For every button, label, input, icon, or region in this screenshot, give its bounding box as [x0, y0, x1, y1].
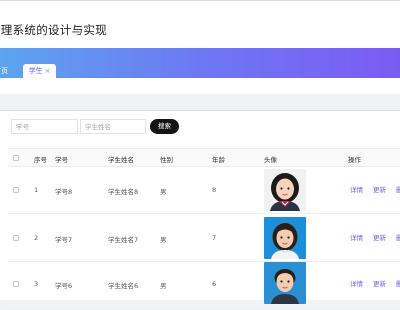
header-student-id: 学号: [55, 156, 68, 164]
row-gender: 男: [160, 282, 167, 290]
row-age: 7: [212, 234, 217, 242]
delete-button[interactable]: 删: [396, 232, 400, 242]
student-avatar: [264, 262, 306, 304]
row-age: 6: [212, 280, 217, 288]
student-avatar: [264, 169, 306, 211]
row-checkbox[interactable]: [13, 187, 19, 193]
row-gender: 男: [160, 188, 167, 196]
table-row: 3 学号6 学生姓名6 男 6 详情 更新 删: [8, 262, 400, 310]
select-all-checkbox[interactable]: [13, 155, 19, 161]
update-button[interactable]: 更新: [373, 232, 386, 242]
table-row: 2 学号7 学生姓名7 男 7 详情 更新 删: [8, 214, 400, 262]
row-student-id: 学号7: [55, 236, 73, 244]
tab-student[interactable]: 学生 ×: [23, 64, 56, 78]
row-student-id: 学号8: [55, 188, 73, 196]
row-student-name: 学生姓名7: [108, 236, 139, 244]
row-index: 1: [34, 186, 39, 194]
header-avatar: 头像: [264, 156, 277, 164]
row-gender: 男: [160, 236, 167, 244]
header-actions: 操作: [348, 156, 361, 164]
row-student-id: 学号6: [55, 282, 73, 290]
row-index: 2: [34, 234, 39, 242]
header-age: 年龄: [212, 156, 225, 164]
row-age: 8: [212, 186, 217, 194]
update-button[interactable]: 更新: [373, 278, 386, 288]
student-name-input[interactable]: [80, 119, 146, 134]
table-header: 序号 学号 学生姓名 性别 年龄 头像 操作: [8, 148, 400, 167]
tab-home-label: 首页: [0, 67, 8, 75]
tab-strip: [0, 78, 400, 94]
detail-button[interactable]: 详情: [350, 232, 363, 242]
close-icon[interactable]: ×: [45, 67, 51, 75]
row-checkbox[interactable]: [13, 235, 19, 241]
detail-button[interactable]: 详情: [350, 184, 363, 194]
update-button[interactable]: 更新: [373, 184, 386, 194]
student-id-input[interactable]: [11, 119, 78, 134]
header-index: 序号: [34, 156, 47, 164]
detail-button[interactable]: 详情: [350, 278, 363, 288]
top-header: 管理系统的设计与实现: [0, 0, 400, 48]
row-index: 3: [34, 280, 39, 288]
app-title: 管理系统的设计与实现: [0, 23, 107, 37]
delete-button[interactable]: 删: [396, 184, 400, 194]
header-gender: 性别: [160, 156, 173, 164]
row-student-name: 学生姓名6: [108, 282, 139, 290]
table-row: 1 学号8 学生姓名8 男 8 详情 更新 删: [8, 167, 400, 214]
row-student-name: 学生姓名8: [108, 188, 139, 196]
header-student-name: 学生姓名: [108, 156, 134, 164]
delete-button[interactable]: 删: [396, 278, 400, 288]
row-checkbox[interactable]: [13, 281, 19, 287]
student-avatar: [264, 217, 306, 259]
header-banner: [0, 48, 400, 78]
tab-student-label: 学生: [28, 67, 43, 75]
search-button[interactable]: 搜索: [150, 119, 179, 134]
tab-home[interactable]: 首页: [0, 65, 17, 78]
